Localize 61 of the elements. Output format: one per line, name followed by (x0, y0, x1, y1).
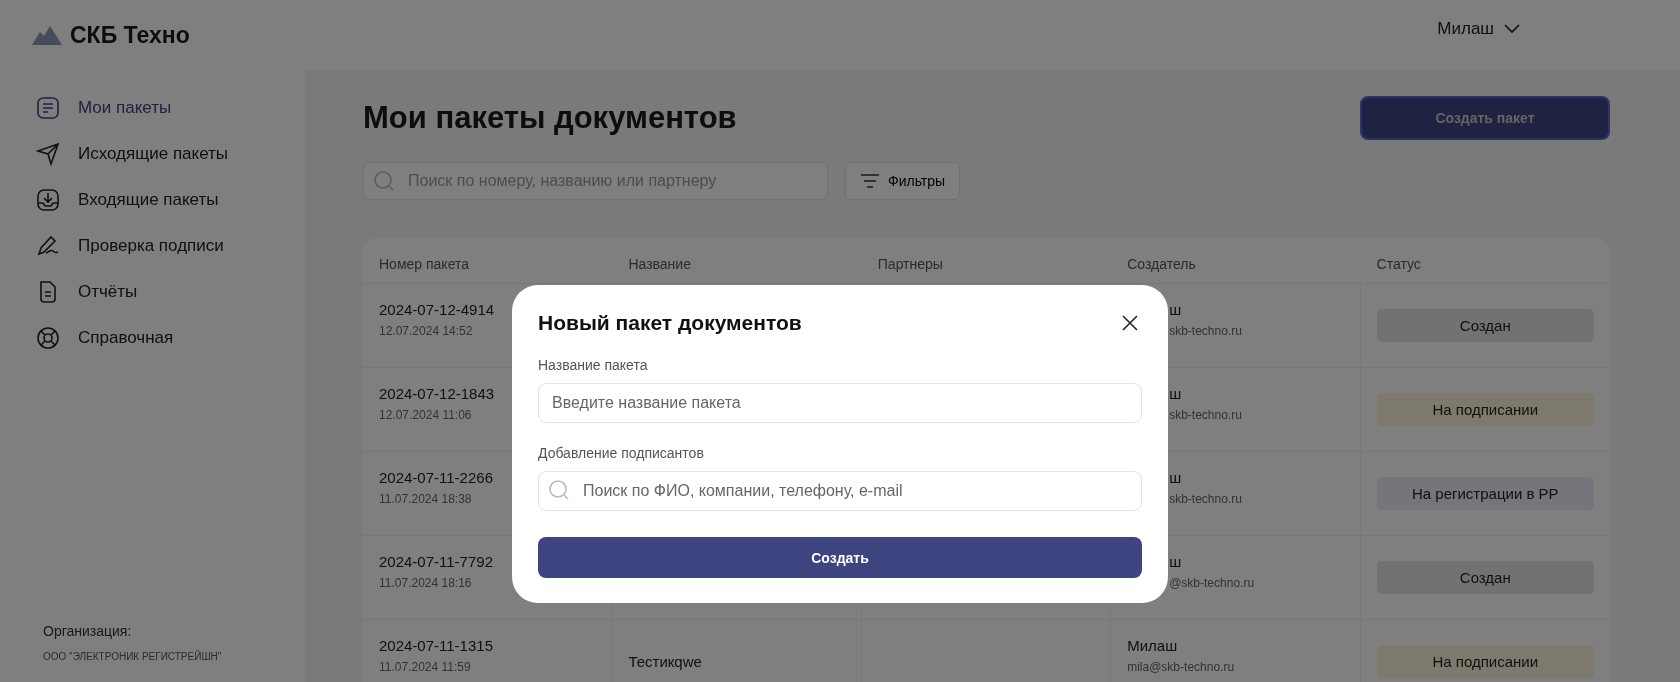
creator-name: Милаш (1127, 637, 1178, 654)
document-icon (36, 96, 60, 120)
page-title: Мои пакеты документов (363, 100, 737, 136)
sidebar-item[interactable]: Входящие пакеты (36, 186, 305, 214)
field-label: Название пакета (538, 357, 648, 373)
column-header: Название (627, 255, 692, 274)
send-icon (36, 142, 60, 166)
sidebar-item[interactable]: Исходящие пакеты (36, 140, 305, 168)
package-date: 11.07.2024 11:59 (379, 660, 471, 674)
creator-email: skb-techno.ru (1169, 324, 1242, 338)
logo-icon (30, 24, 64, 46)
pen-icon (36, 234, 60, 258)
search-icon (373, 170, 395, 192)
package-date: 12.07.2024 11:06 (379, 408, 472, 422)
sidebar-item[interactable]: Мои пакеты (36, 94, 305, 122)
sidebar-item[interactable]: Отчёты (36, 278, 305, 306)
column-header: Создатель (1126, 255, 1197, 274)
package-date: 11.07.2024 18:38 (379, 492, 472, 506)
column-header: Номер пакета (378, 255, 470, 274)
field-label: Добавление подписантов (538, 445, 704, 461)
column-header: Партнеры (876, 255, 944, 274)
package-date: 11.07.2024 18:16 (379, 576, 472, 590)
status-badge: Создан (1376, 309, 1594, 342)
sidebar-item[interactable]: Проверка подписи (36, 232, 305, 260)
close-icon (1122, 315, 1138, 331)
creator-email: mila@skb-techno.ru (1127, 660, 1235, 674)
creator-name: ш (1169, 385, 1182, 402)
package-number: 2024-07-11-1315 (379, 637, 493, 654)
lifebuoy-icon (36, 326, 60, 350)
filter-icon (860, 174, 880, 188)
sidebar-item[interactable]: Справочная (36, 324, 305, 352)
status-badge: На регистрации в РР (1376, 477, 1594, 510)
creator-name: ш (1169, 553, 1182, 570)
logo-text: СКБ Техно (70, 21, 190, 49)
status-badge: На подписании (1376, 393, 1594, 426)
status-badge: Создан (1376, 561, 1594, 594)
creator-email: @skb-techno.ru (1169, 576, 1255, 590)
signers-search-field[interactable]: Поиск по ФИО, компании, телефону, e-mail (538, 471, 1142, 511)
create-package-button[interactable]: Создать пакет (1360, 96, 1610, 140)
package-number: 2024-07-12-4914 (379, 301, 495, 318)
chevron-icon (1504, 24, 1520, 34)
filters-button[interactable]: Фильтры (845, 162, 961, 200)
package-number: 2024-07-11-7792 (379, 553, 493, 570)
package-name-field[interactable]: Введите название пакета (538, 383, 1142, 423)
user-menu[interactable]: Милаш (1437, 19, 1520, 39)
creator-email: skb-techno.ru (1169, 408, 1242, 422)
organization-name: ООО "ЭЛЕКТРОНИК РЕГИСТРЕЙШН" (43, 651, 223, 662)
package-date: 12.07.2024 14:52 (379, 324, 473, 338)
organization-label: Организация: (43, 623, 133, 639)
create-button[interactable]: Создать (538, 537, 1142, 578)
modal-title: Новый пакет документов (538, 311, 802, 335)
inbox-icon (36, 188, 60, 212)
creator-name: ш (1169, 301, 1182, 318)
creator-name: ш (1169, 469, 1182, 486)
column-header: Статус (1375, 255, 1422, 274)
search-icon (548, 479, 570, 501)
package-name: Тестикqwe (628, 653, 702, 670)
creator-email: skb-techno.ru (1169, 492, 1242, 506)
status-badge: На подписании (1376, 645, 1594, 678)
package-number: 2024-07-12-1843 (379, 385, 495, 402)
package-number: 2024-07-11-2266 (379, 469, 493, 486)
